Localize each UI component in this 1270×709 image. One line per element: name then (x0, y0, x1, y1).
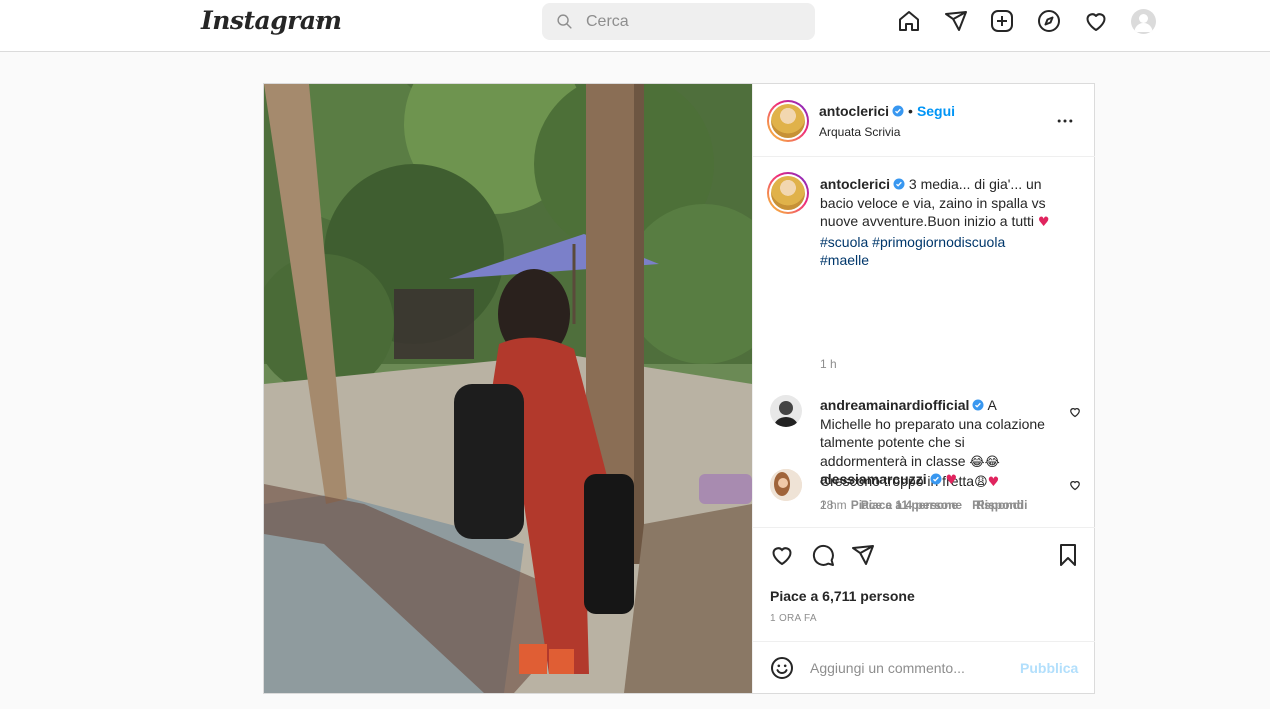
follow-button[interactable]: Segui (917, 103, 955, 119)
comment-author[interactable]: andreamainardiofficial (820, 397, 969, 413)
red-heart-emoji: ♥ (945, 473, 958, 488)
post-photo[interactable] (264, 84, 752, 693)
chevron-down-icon[interactable] (313, 14, 327, 28)
separator-dot: • (908, 103, 913, 119)
verified-icon (972, 399, 984, 411)
verified-icon (892, 105, 904, 117)
caption-author[interactable]: antoclerici (820, 176, 890, 192)
publish-button[interactable]: Pubblica (1020, 660, 1078, 676)
avatar-image (774, 401, 798, 427)
comment-text-line: talmente potente che si (820, 434, 965, 450)
verified-icon (930, 473, 942, 485)
hashtag-maelle[interactable]: #maelle (820, 252, 869, 268)
likes-count[interactable]: Piace a 6,711 persone (770, 588, 915, 604)
comment: alessiamarcuzzi ♥ (820, 470, 1065, 491)
post-image (264, 84, 752, 693)
post-card: antoclerici • Segui Arquata Scrivia antocl… (263, 83, 1095, 694)
comment-author[interactable]: alessiamarcuzzi (820, 471, 927, 487)
verified-icon (893, 178, 905, 190)
profile-avatar[interactable] (1131, 9, 1156, 34)
comment-likes[interactable]: Piace a 11 persone (851, 498, 958, 512)
caption-time[interactable]: 1 h (820, 357, 837, 371)
top-navigation: Instagram (0, 0, 1270, 52)
red-heart-emoji: ♥ (1037, 215, 1050, 230)
emoji-icon[interactable] (770, 656, 794, 680)
caption: antoclerici 3 media... di gia'... un bac… (820, 175, 1070, 270)
comment-text-line: Michelle ho preparato una colazione (820, 415, 1045, 432)
search-input[interactable] (586, 3, 801, 40)
home-icon[interactable] (897, 9, 921, 33)
post-side-panel: antoclerici • Segui Arquata Scrivia antocl… (752, 84, 1095, 693)
avatar-image (770, 469, 802, 501)
post-header: antoclerici • Segui Arquata Scrivia (753, 84, 1095, 157)
caption-author-avatar[interactable] (767, 172, 809, 214)
comment-like-icon[interactable] (1069, 479, 1081, 491)
comment-meta: 1 h Piace a 11 persone Rispondi (820, 498, 1023, 512)
add-comment-bar: Pubblica (753, 641, 1095, 693)
comment-like-icon[interactable] (1069, 406, 1081, 418)
direct-icon[interactable] (944, 9, 968, 33)
search-box[interactable] (542, 3, 815, 40)
default-avatar-icon (1134, 14, 1153, 32)
reply-button[interactable]: Rispondi (972, 498, 1023, 512)
explore-icon[interactable] (1037, 9, 1061, 33)
post-location[interactable]: Arquata Scrivia (819, 125, 900, 139)
author-line: antoclerici • Segui (819, 103, 955, 119)
laughing-emoji: 😂😂 (969, 454, 1000, 470)
like-icon[interactable] (770, 543, 794, 567)
comment-time[interactable]: 1 h (820, 498, 837, 512)
hashtag-primogiornodiscuola[interactable]: #primogiornodiscuola (872, 234, 1005, 250)
post-timestamp[interactable]: 1 ORA FA (770, 613, 817, 624)
share-icon[interactable] (851, 543, 875, 567)
comment-text-line: addormenterà in classe (820, 452, 966, 469)
post-actions: Piace a 6,711 persone 1 ORA FA (753, 527, 1095, 641)
new-post-icon[interactable] (990, 9, 1014, 33)
save-icon[interactable] (1056, 543, 1080, 567)
comment-text-line: A (987, 397, 997, 413)
author-avatar[interactable] (767, 100, 809, 142)
hashtag-scuola[interactable]: #scuola (820, 234, 868, 250)
comment-input[interactable] (810, 654, 1010, 682)
author-username[interactable]: antoclerici (819, 103, 889, 119)
more-options-icon[interactable] (1055, 111, 1075, 131)
comment-icon[interactable] (811, 543, 835, 567)
activity-heart-icon[interactable] (1084, 9, 1108, 33)
comment-author-avatar[interactable] (770, 395, 802, 427)
search-icon (557, 14, 572, 29)
comment-author-avatar[interactable] (770, 469, 802, 501)
